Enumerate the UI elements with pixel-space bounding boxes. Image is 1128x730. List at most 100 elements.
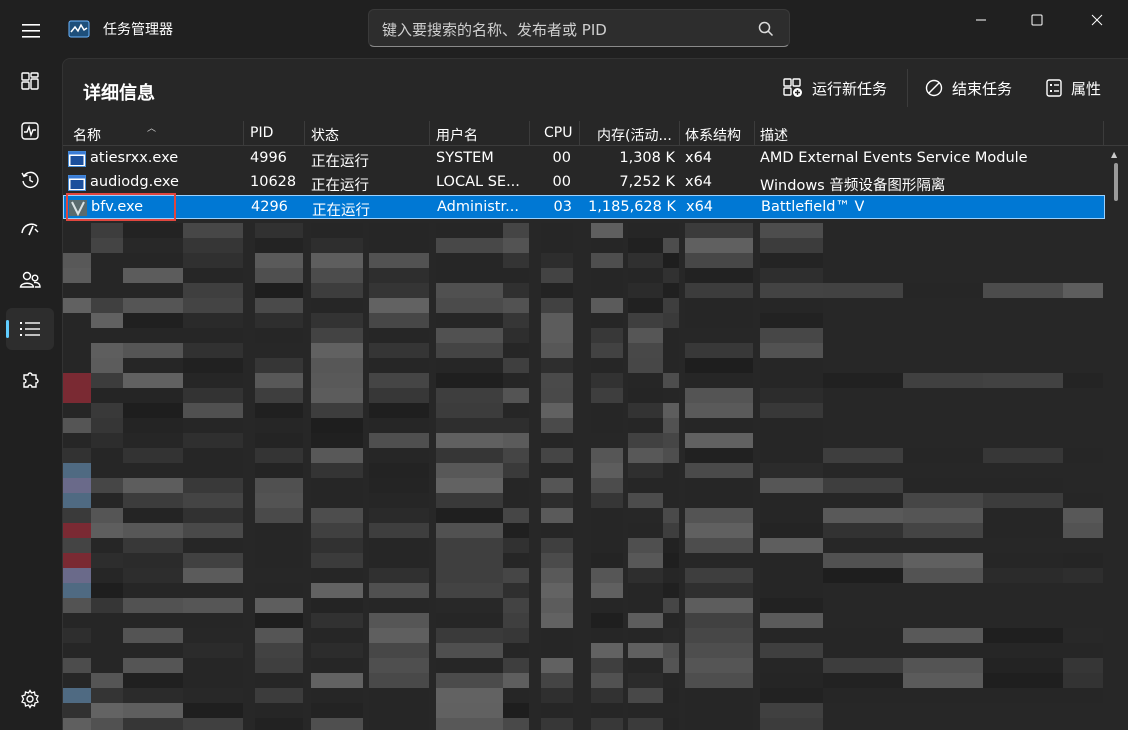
mosaic-cell [123,583,183,598]
mosaic-cell [663,658,679,673]
mosaic-cell [436,628,503,643]
process-name: audiodg.exe [90,174,179,190]
mosaic-cell [685,718,753,730]
mosaic-cell [760,493,823,508]
mosaic-cell [628,448,663,463]
mosaic-cell [311,328,363,343]
column-header-cpu[interactable]: CPU [544,125,572,141]
column-header-architecture[interactable]: 体系结构 [685,125,741,145]
column-divider[interactable] [429,121,430,145]
nav-details[interactable] [6,308,54,350]
mosaic-cell [436,508,503,523]
mosaic-cell [760,343,823,358]
mosaic-cell [436,238,503,253]
mosaic-cell [628,223,663,238]
scroll-up-arrow[interactable]: ▲ [1111,150,1117,159]
mosaic-cell [436,223,503,238]
mosaic-cell [436,718,503,730]
nav-performance[interactable] [6,110,54,152]
mosaic-cell [91,643,123,658]
mosaic-cell [311,553,363,568]
mosaic-cell [1063,568,1103,583]
mosaic-cell [369,673,429,688]
mosaic-cell [123,418,183,433]
close-button[interactable] [1074,0,1120,40]
mosaic-cell [983,478,1063,493]
mosaic-cell [685,373,753,388]
task-manager-icon [68,20,90,38]
column-header-pid[interactable]: PID [250,125,273,141]
mosaic-cell [591,388,623,403]
search-box[interactable]: 键入要搜索的名称、发布者或 PID [368,9,790,47]
mosaic-cell [685,478,753,493]
nav-processes[interactable] [6,60,54,102]
nav-services[interactable] [6,359,54,401]
search-input[interactable]: 键入要搜索的名称、发布者或 PID [382,19,607,40]
mosaic-cell [183,598,243,613]
mosaic-cell [823,628,903,643]
vertical-scrollbar[interactable] [1114,163,1118,201]
run-new-task-button[interactable]: 运行新任务 [783,77,887,99]
mosaic-cell [436,313,503,328]
search-icon[interactable] [757,20,775,38]
column-divider[interactable] [304,121,305,145]
nav-startup-apps[interactable] [6,208,54,250]
column-divider[interactable] [679,121,680,145]
mosaic-cell [663,313,679,328]
mosaic-cell [663,268,679,283]
mosaic-cell [183,328,243,343]
mosaic-cell [369,598,429,613]
mosaic-cell [503,643,529,658]
mosaic-cell [983,508,1063,523]
maximize-button[interactable] [1014,0,1060,40]
table-row-selected[interactable]: bfv.exe 4296 正在运行 Administr... 03 1,185,… [63,195,1105,219]
mosaic-cell [123,688,183,703]
mosaic-cell [685,268,753,283]
mosaic-cell [123,523,183,538]
mosaic-cell [760,388,823,403]
mosaic-cell [123,358,183,373]
mosaic-cell [123,343,183,358]
mosaic-cell [503,688,529,703]
column-header-status[interactable]: 状态 [311,125,339,145]
mosaic-cell [503,313,529,328]
mosaic-cell [436,703,503,718]
mosaic-cell [63,493,91,508]
column-header-description[interactable]: 描述 [760,125,788,145]
mosaic-cell [1063,373,1103,388]
column-divider[interactable] [754,121,755,145]
mosaic-cell [685,688,753,703]
mosaic-cell [183,508,243,523]
mosaic-cell [983,553,1063,568]
mosaic-cell [183,403,243,418]
end-task-button[interactable]: 结束任务 [925,77,1012,99]
mosaic-cell [541,478,573,493]
column-header-name[interactable]: 名称 [73,125,101,145]
properties-button[interactable]: 属性 [1046,77,1101,99]
mosaic-cell [183,493,243,508]
mosaic-cell [1063,658,1103,673]
nav-app-history[interactable] [6,159,54,201]
mosaic-cell [760,583,823,598]
nav-settings[interactable] [6,678,54,720]
mosaic-cell [63,568,91,583]
column-header-user[interactable]: 用户名 [436,125,478,145]
table-row[interactable]: atiesrxx.exe 4996 正在运行 SYSTEM 00 1,308 K… [63,147,1105,171]
column-divider[interactable] [579,121,580,145]
page-title: 详细信息 [83,83,155,104]
column-divider[interactable] [243,121,244,145]
table-row[interactable]: audiodg.exe 10628 正在运行 LOCAL SE... 00 7,… [63,171,1105,195]
column-divider[interactable] [1103,121,1104,145]
minimize-button[interactable] [958,0,1004,40]
process-cpu: 00 [552,174,571,190]
mosaic-cell [255,658,303,673]
hamburger-menu-button[interactable] [12,14,50,48]
history-icon [21,171,39,189]
column-header-memory[interactable]: 内存(活动... [597,125,672,145]
mosaic-cell [436,613,503,628]
mosaic-cell [183,223,243,238]
nav-users[interactable] [6,259,54,301]
mosaic-cell [823,493,903,508]
column-divider[interactable] [529,121,530,145]
mosaic-cell [983,628,1063,643]
